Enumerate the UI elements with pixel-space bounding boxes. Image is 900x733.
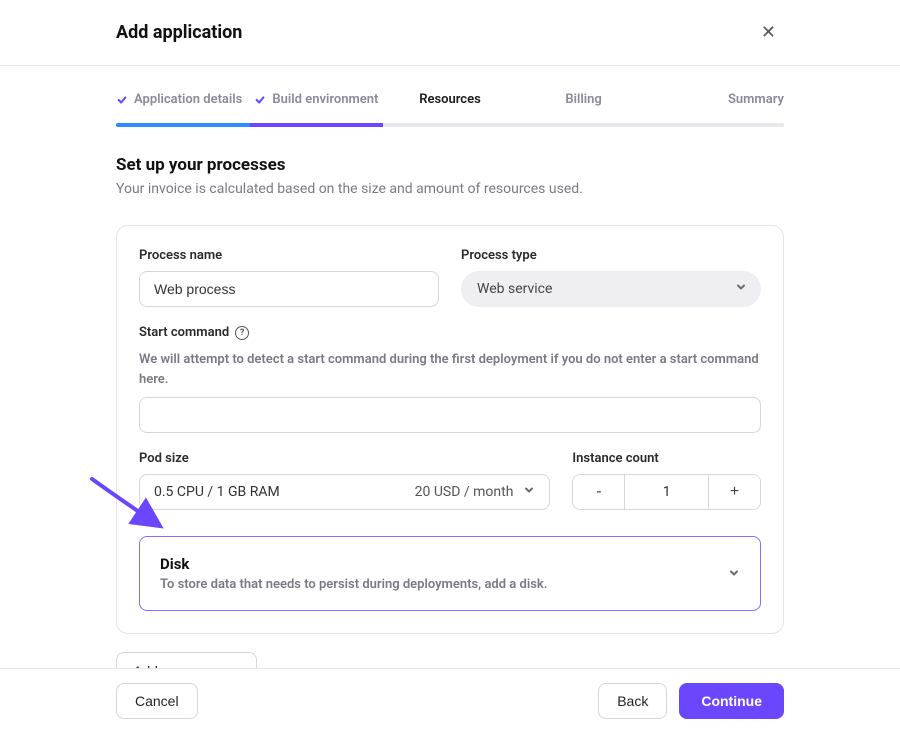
chevron-down-icon [728, 564, 740, 583]
process-type-label: Process type [461, 248, 761, 263]
section-subtext: Your invoice is calculated based on the … [116, 181, 784, 197]
instance-decrement-button[interactable]: - [573, 475, 625, 509]
modal-title: Add application [116, 22, 242, 43]
pod-size-select[interactable]: 0.5 CPU / 1 GB RAM 20 USD / month [139, 474, 550, 510]
modal-content: Application details Build environment Re… [0, 66, 900, 690]
disk-description: To store data that needs to persist duri… [160, 577, 547, 592]
step-label: Billing [565, 92, 601, 107]
help-icon[interactable]: ? [235, 326, 249, 340]
pod-size-label: Pod size [139, 451, 550, 466]
start-command-field: Start command ? We will attempt to detec… [139, 325, 761, 433]
step-build-environment[interactable]: Build environment [250, 92, 384, 109]
process-type-select[interactable]: Web service [461, 271, 761, 307]
close-button[interactable]: ✕ [753, 18, 784, 47]
step-resources[interactable]: Resources [383, 92, 517, 109]
instance-count-value: 1 [625, 475, 708, 509]
process-type-value: Web service [477, 281, 552, 297]
stepper-progress-bar [116, 123, 784, 127]
start-command-hint: We will attempt to detect a start comman… [139, 350, 761, 389]
pod-size-field: Pod size 0.5 CPU / 1 GB RAM 20 USD / mon… [139, 451, 550, 510]
modal-header: Add application ✕ [0, 0, 900, 66]
disk-expandable-panel[interactable]: Disk To store data that needs to persist… [139, 536, 761, 611]
instance-count-stepper: - 1 + [572, 474, 761, 510]
progress-seg-current [250, 123, 384, 127]
pod-size-value: 0.5 CPU / 1 GB RAM [154, 484, 280, 500]
step-label: Application details [134, 92, 242, 107]
continue-button[interactable]: Continue [679, 683, 784, 719]
chevron-down-icon [523, 484, 535, 500]
section-title: Set up your processes [116, 155, 784, 175]
chevron-down-icon [735, 281, 747, 297]
step-label: Build environment [272, 92, 378, 107]
cancel-button[interactable]: Cancel [116, 683, 198, 719]
step-billing[interactable]: Billing [517, 92, 651, 109]
process-card: Process name Process type Web service St… [116, 225, 784, 634]
step-label: Resources [419, 92, 481, 107]
pod-size-price: 20 USD / month [415, 484, 514, 500]
section-heading: Set up your processes Your invoice is ca… [116, 155, 784, 197]
process-name-input[interactable] [139, 271, 439, 307]
start-command-label: Start command ? [139, 325, 761, 340]
check-icon [116, 94, 128, 106]
process-type-field: Process type Web service [461, 248, 761, 307]
progress-seg-completed [116, 123, 250, 127]
start-command-input[interactable] [139, 397, 761, 433]
wizard-stepper: Application details Build environment Re… [116, 92, 784, 123]
progress-seg-remaining [517, 123, 651, 127]
disk-title: Disk [160, 555, 547, 573]
close-icon: ✕ [761, 22, 776, 42]
back-button[interactable]: Back [598, 683, 667, 719]
process-name-label: Process name [139, 248, 439, 263]
modal-footer: Cancel Back Continue [0, 668, 900, 733]
instance-count-field: Instance count - 1 + [572, 451, 761, 510]
instance-count-label: Instance count [572, 451, 761, 466]
step-summary[interactable]: Summary [650, 92, 784, 109]
step-label: Summary [728, 92, 784, 107]
progress-seg-remaining [650, 123, 784, 127]
step-application-details[interactable]: Application details [116, 92, 250, 109]
progress-seg-remaining [383, 123, 517, 127]
start-command-label-text: Start command [139, 325, 229, 340]
check-icon [254, 94, 266, 106]
process-name-field: Process name [139, 248, 439, 307]
instance-increment-button[interactable]: + [708, 475, 760, 509]
